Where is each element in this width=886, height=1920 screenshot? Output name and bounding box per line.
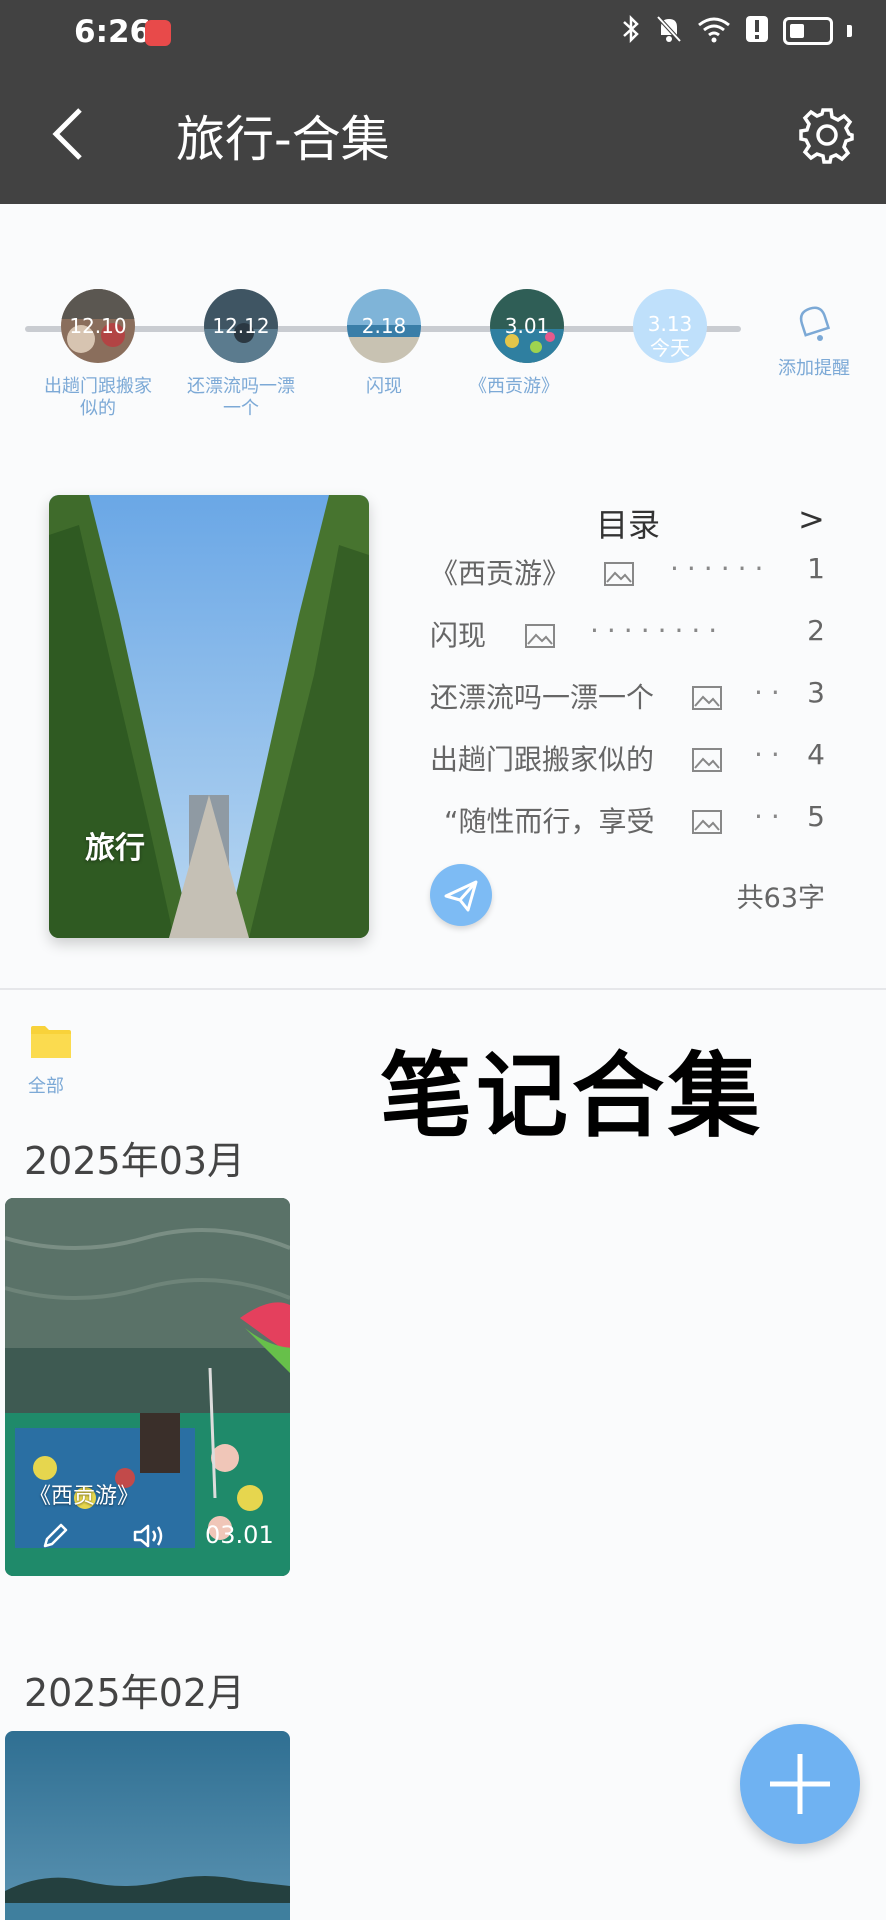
toc-more-button[interactable]: > (798, 500, 825, 538)
timeline-node-today[interactable]: 3.13 今天 (633, 289, 707, 363)
note-date: 03.01 (205, 1521, 274, 1549)
toc-leader: ·· (754, 738, 788, 771)
folder-icon (31, 1026, 71, 1058)
screen: 6:26 旅行-合集 12.10 出趟门跟搬家似的 12.12 还漂流吗一漂一个… (0, 0, 886, 1920)
battery-icon (783, 17, 833, 45)
add-note-button[interactable] (740, 1724, 860, 1844)
toc-item[interactable]: “随性而行，享受 ·· 5 (430, 800, 825, 844)
status-time: 6:26 (74, 14, 152, 50)
page-title: 旅行-合集 (176, 111, 390, 168)
cover-title: 旅行 (85, 831, 145, 866)
image-icon (692, 748, 722, 772)
section-divider (0, 988, 886, 990)
paper-plane-icon (444, 880, 478, 912)
toc-leader: ········ (590, 614, 726, 647)
timeline-date: 2.18 (361, 314, 407, 338)
image-icon (692, 810, 722, 834)
image-icon (525, 624, 555, 648)
toc-page-number: 4 (807, 738, 825, 771)
alert-icon (745, 15, 769, 47)
toc-page-number: 5 (807, 800, 825, 833)
gear-icon (799, 108, 854, 164)
timeline-date-value: 3.13 (647, 312, 693, 336)
toc-leader: ······ (670, 552, 772, 585)
note-thumbnail (5, 1198, 290, 1576)
wifi-icon (697, 15, 731, 47)
toc-item-title: 闪现 (430, 619, 487, 652)
back-arrow-icon (52, 108, 82, 160)
image-icon (692, 686, 722, 710)
toc-item-title: 《西贡游》 (430, 557, 571, 590)
toc-item-title: 出趟门跟搬家似的 (430, 743, 655, 776)
pencil-icon (43, 1523, 68, 1548)
add-reminder-button[interactable]: 添加提醒 (764, 300, 864, 380)
bluetooth-icon (621, 14, 641, 48)
settings-button[interactable] (798, 106, 856, 164)
cover-image (49, 495, 369, 938)
timeline-label: 还漂流吗一漂一个 (187, 376, 295, 419)
share-button[interactable] (430, 864, 492, 926)
toc-item[interactable]: 闪现 ········ 2 (430, 614, 825, 658)
note-card[interactable] (5, 1731, 290, 1920)
timeline-date: 12.12 (212, 314, 270, 338)
timeline-node[interactable]: 12.12 (204, 289, 278, 363)
add-reminder-label: 添加提醒 (778, 358, 850, 379)
note-thumbnail (5, 1731, 290, 1920)
toc-item-title: 还漂流吗一漂一个 (430, 681, 655, 714)
timeline-node[interactable]: 12.10 (61, 289, 135, 363)
toc-leader: ·· (754, 800, 788, 833)
timeline-node[interactable]: 2.18 (347, 289, 421, 363)
toc-item-title: “随性而行，享受 (444, 805, 655, 838)
timeline-label: 《西贡游》 (469, 376, 559, 397)
timeline-label: 出趟门跟搬家似的 (44, 376, 152, 419)
toc-item[interactable]: 还漂流吗一漂一个 ·· 3 (430, 676, 825, 720)
note-title: 《西贡游》 (29, 1484, 140, 1509)
toc-page-number: 1 (807, 552, 825, 585)
edit-button[interactable] (41, 1522, 69, 1550)
folder-label: 全部 (28, 1076, 64, 1097)
folder-all-button[interactable] (30, 1024, 78, 1064)
battery-cap (847, 25, 852, 37)
back-button[interactable] (48, 106, 92, 162)
toc-item[interactable]: 《西贡游》 ······ 1 (430, 552, 825, 596)
month-heading: 2025年03月 (24, 1139, 246, 1183)
notification-app-icon (145, 20, 171, 46)
timeline-label: 闪现 (366, 376, 402, 397)
toc-item[interactable]: 出趟门跟搬家似的 ·· 4 (430, 738, 825, 782)
status-icons (621, 14, 852, 48)
timeline-node[interactable]: 3.01 (490, 289, 564, 363)
bell-icon (799, 306, 831, 341)
word-count: 共63字 (736, 883, 825, 914)
timeline-date: 3.13 今天 (633, 312, 707, 360)
today-label: 今天 (650, 336, 690, 360)
speaker-icon (133, 1524, 163, 1548)
audio-button[interactable] (133, 1522, 167, 1550)
app-header: 6:26 旅行-合集 (0, 0, 886, 204)
toc-leader: ·· (754, 676, 788, 709)
book-cover[interactable]: 旅行 (49, 495, 369, 938)
overlay-title: 笔记合集 (380, 1043, 765, 1150)
image-icon (604, 562, 634, 586)
mute-bell-icon (655, 14, 683, 48)
month-heading: 2025年02月 (24, 1671, 246, 1715)
timeline-date: 3.01 (504, 314, 550, 338)
toc-page-number: 2 (807, 614, 825, 647)
timeline-date: 12.10 (69, 314, 127, 338)
toc-title: 目录 (596, 506, 661, 544)
toc-page-number: 3 (807, 676, 825, 709)
note-card[interactable]: 《西贡游》 03.01 (5, 1198, 290, 1576)
plus-icon (770, 1754, 830, 1814)
